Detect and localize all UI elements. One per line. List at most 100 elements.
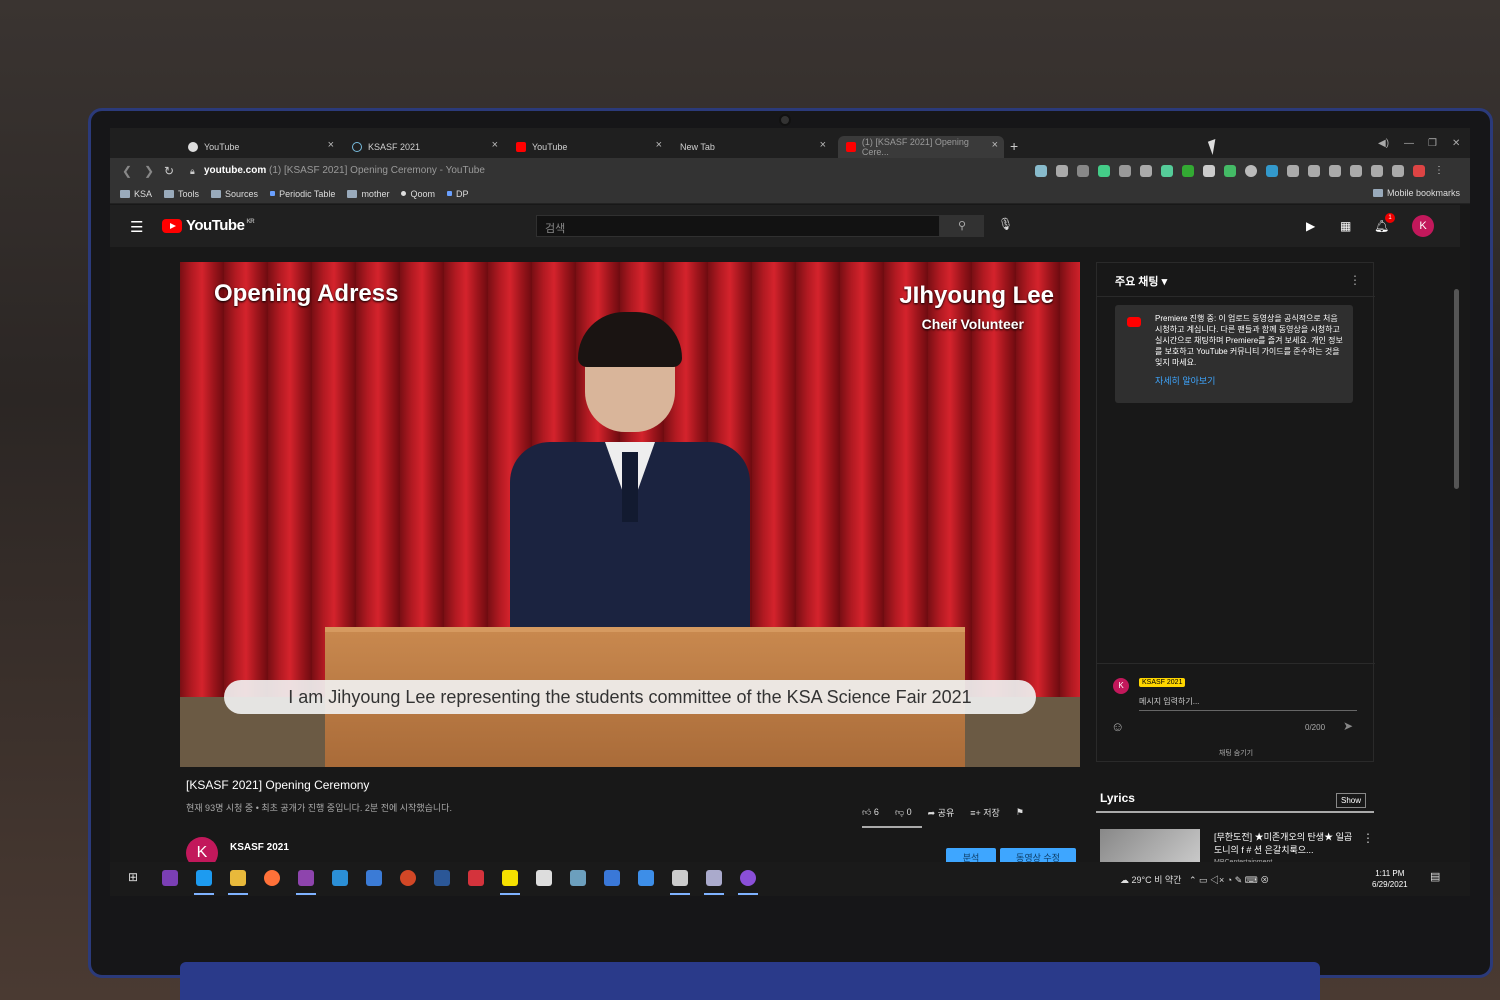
bookmark-sources[interactable]: Sources: [211, 189, 258, 199]
extension-icon[interactable]: [1140, 165, 1152, 177]
menu-icon[interactable]: ⋮: [1434, 165, 1446, 177]
app-icon[interactable]: [706, 870, 722, 886]
page-scrollbar[interactable]: [1454, 289, 1459, 489]
camera-icon[interactable]: [1203, 165, 1215, 177]
create-video-icon[interactable]: ▶︎: [1306, 219, 1315, 233]
close-tab-icon[interactable]: ×: [820, 139, 826, 151]
url-field[interactable]: youtube.com (1) [KSASF 2021] Opening Cer…: [204, 165, 485, 176]
emoji-icon[interactable]: ☺: [1111, 719, 1124, 734]
windows-start-icon[interactable]: ⊞: [128, 870, 144, 886]
dislike-button[interactable]: 👎︎ 0: [895, 807, 912, 818]
forward-icon[interactable]: ❯: [144, 164, 154, 178]
visual-studio-icon[interactable]: [298, 870, 314, 886]
chat-message-input[interactable]: 메시지 입력하기...: [1139, 696, 1357, 711]
send-icon[interactable]: ➤: [1343, 719, 1353, 733]
apps-grid-icon[interactable]: ▦: [1340, 219, 1351, 233]
like-button[interactable]: 👍︎ 6: [862, 807, 879, 818]
media-icon[interactable]: [1329, 165, 1341, 177]
extension-icon[interactable]: [1161, 165, 1173, 177]
download-icon[interactable]: [1308, 165, 1320, 177]
star-icon[interactable]: [1077, 165, 1089, 177]
share-button[interactable]: ➦ 공유: [928, 806, 955, 819]
bookmark-dp[interactable]: DP: [446, 189, 468, 199]
pocket-icon[interactable]: [1056, 165, 1068, 177]
system-tray-icons[interactable]: ⌃ ▭ ◁× ◔ ✎ ⌨ ⊗: [1189, 875, 1269, 885]
file-explorer-icon[interactable]: [230, 870, 246, 886]
extension-icon[interactable]: [1266, 165, 1278, 177]
speaker-icon[interactable]: ◀): [1378, 138, 1389, 149]
hamburger-menu-icon[interactable]: ☰: [130, 218, 143, 236]
bookmark-qoom[interactable]: Qoom: [401, 189, 435, 199]
restore-icon[interactable]: ❐: [1428, 138, 1437, 149]
more-options-icon[interactable]: ⋮: [1362, 831, 1374, 845]
report-flag-icon[interactable]: ⚑: [1016, 807, 1024, 818]
extension-icon[interactable]: [1224, 165, 1236, 177]
microphone-icon[interactable]: 🎙︎: [998, 217, 1013, 231]
tab-opening-ceremony[interactable]: (1) [KSASF 2021] Opening Cere... ×: [838, 136, 1004, 158]
recommendation-title[interactable]: [무한도전] ★미존개오의 탄생★ 일곱 도니의 f # 션 은갈치룩으...: [1214, 831, 1354, 857]
more-options-icon[interactable]: ⋮: [1349, 273, 1361, 287]
app-icon[interactable]: [672, 870, 688, 886]
extension-icon[interactable]: [1245, 165, 1257, 177]
channel-name[interactable]: KSASF 2021: [230, 842, 289, 853]
close-tab-icon[interactable]: ×: [328, 139, 334, 151]
video-player[interactable]: Opening Adress JIhyoung Lee Cheif Volunt…: [180, 262, 1080, 767]
screenshot-icon[interactable]: [1350, 165, 1362, 177]
extension-icon[interactable]: [1182, 165, 1194, 177]
save-button[interactable]: ≡+ 저장: [970, 806, 1000, 819]
bookmark-ksa[interactable]: KSA: [120, 189, 152, 199]
app-icon[interactable]: [570, 870, 586, 886]
tab-ksasf-2021[interactable]: KSASF 2021 ×: [344, 136, 504, 158]
bookmark-periodic-table[interactable]: Periodic Table: [270, 189, 335, 199]
show-lyrics-button[interactable]: Show: [1335, 793, 1366, 808]
app-icon[interactable]: [468, 870, 484, 886]
bookmark-mother[interactable]: mother: [347, 189, 389, 199]
youtube-logo[interactable]: YouTube KR: [162, 217, 255, 234]
app-icon[interactable]: [536, 870, 552, 886]
vscode-icon[interactable]: [332, 870, 348, 886]
powerpoint-icon[interactable]: [400, 870, 416, 886]
tab-youtube-1[interactable]: YouTube ×: [180, 136, 340, 158]
github-icon[interactable]: [740, 870, 756, 886]
cloud-icon: ☁: [1120, 875, 1129, 885]
chat-header[interactable]: 주요 채팅 ▾: [1097, 263, 1375, 297]
search-button[interactable]: ⚲: [940, 215, 984, 237]
new-tab-button[interactable]: +: [1010, 138, 1018, 154]
close-tab-icon[interactable]: ×: [656, 139, 662, 151]
avatar[interactable]: K: [1412, 215, 1434, 237]
back-icon[interactable]: ❮: [122, 164, 132, 178]
onenote-icon[interactable]: [162, 870, 178, 886]
calendar-icon[interactable]: [604, 870, 620, 886]
learn-more-link[interactable]: 자세히 알아보기: [1155, 376, 1343, 387]
weather-widget[interactable]: ☁ 29°C 비 약간 ⌃ ▭ ◁× ◔ ✎ ⌨ ⊗: [1120, 873, 1269, 886]
side-panel-icon[interactable]: [1392, 165, 1404, 177]
tab-new-tab[interactable]: New Tab ×: [672, 136, 832, 158]
kakaotalk-icon[interactable]: [502, 870, 518, 886]
shield-icon[interactable]: [1098, 165, 1110, 177]
bookmarks-bar: KSA Tools Sources Periodic Table mother …: [110, 184, 1470, 204]
firefox-icon[interactable]: [264, 870, 280, 886]
youtube-play-icon: [162, 218, 182, 233]
twitter-icon[interactable]: [196, 870, 212, 886]
reload-icon[interactable]: ↻: [164, 164, 174, 178]
tab-youtube-2[interactable]: YouTube ×: [508, 136, 668, 158]
close-window-icon[interactable]: ✕: [1452, 138, 1460, 149]
search-input[interactable]: 검색: [536, 215, 940, 237]
bookmark-tools[interactable]: Tools: [164, 189, 199, 199]
mobile-bookmarks[interactable]: Mobile bookmarks: [1372, 188, 1460, 198]
profile-icon[interactable]: [1413, 165, 1425, 177]
app-icon[interactable]: [366, 870, 382, 886]
hide-chat-button[interactable]: 채팅 숨기기: [1097, 748, 1375, 758]
reading-list-icon[interactable]: [1287, 165, 1299, 177]
close-tab-icon[interactable]: ×: [992, 139, 998, 151]
cast-icon[interactable]: [1035, 165, 1047, 177]
close-tab-icon[interactable]: ×: [492, 139, 498, 151]
system-clock[interactable]: 1:11 PM 6/29/2021: [1372, 868, 1408, 890]
word-icon[interactable]: [434, 870, 450, 886]
windows-taskbar: ⊞ ☁ 29°C 비 약간 ⌃ ▭ ◁× ◔ ✎ ⌨ ⊗ 1:11 PM 6/29…: [110, 862, 1470, 896]
todo-check-icon[interactable]: [638, 870, 654, 886]
notification-center-icon[interactable]: ▤: [1430, 870, 1446, 886]
minimize-icon[interactable]: —: [1404, 138, 1414, 149]
extension-icon[interactable]: [1119, 165, 1131, 177]
reader-icon[interactable]: [1371, 165, 1383, 177]
